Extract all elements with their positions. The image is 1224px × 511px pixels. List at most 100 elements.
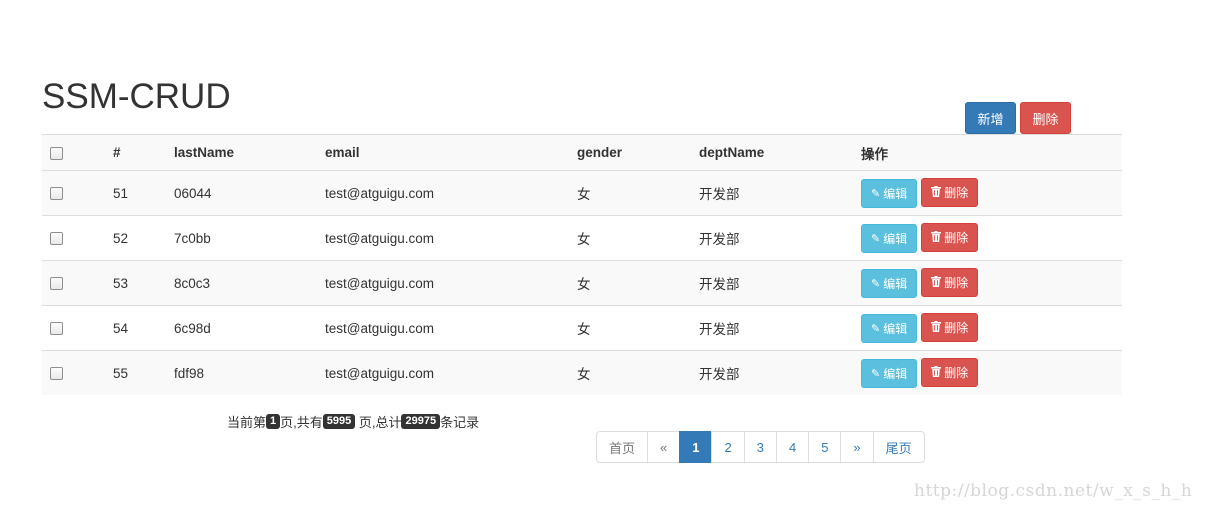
cell-id: 55 xyxy=(105,350,166,395)
edit-label: 编辑 xyxy=(883,366,908,381)
pencil-icon: ✎ xyxy=(871,367,881,380)
edit-button[interactable]: ✎ 编辑 xyxy=(861,313,918,343)
next-page-link[interactable]: » xyxy=(840,431,874,463)
cell-email: test@atguigu.com xyxy=(317,260,569,306)
table-row: 51 06044 test@atguigu.com 女开发部 ✎ 编辑 删除 xyxy=(42,170,1122,216)
page-link-2[interactable]: 2 xyxy=(711,431,745,463)
trash-icon xyxy=(931,320,942,335)
page-info-prefix: 当前第 xyxy=(227,415,267,430)
trash-icon xyxy=(931,230,942,245)
total-records-badge: 29975 xyxy=(401,414,441,429)
row-checkbox[interactable] xyxy=(50,232,63,246)
delete-button[interactable]: 删除 xyxy=(921,358,979,388)
header-actions: 操作 xyxy=(853,134,1122,171)
batch-delete-button[interactable]: 删除 xyxy=(1020,102,1071,134)
delete-label: 删除 xyxy=(944,186,969,201)
page-link-1[interactable]: 1 xyxy=(679,431,713,463)
edit-label: 编辑 xyxy=(883,231,908,246)
pencil-icon: ✎ xyxy=(871,187,881,200)
header-lastname: lastName xyxy=(166,134,317,171)
first-page-link[interactable]: 首页 xyxy=(596,431,649,463)
cell-deptname: 开发部 xyxy=(691,305,853,351)
cell-deptname: 开发部 xyxy=(691,215,853,261)
row-actions: ✎ 编辑 删除 xyxy=(853,215,1122,261)
page-info-mid2: 页,总计 xyxy=(355,415,402,430)
edit-button[interactable]: ✎ 编辑 xyxy=(861,358,918,388)
trash-icon xyxy=(931,275,942,290)
page-info-mid1: 页,共有 xyxy=(280,415,323,430)
row-actions: ✎ 编辑 删除 xyxy=(853,260,1122,306)
cell-id: 54 xyxy=(105,305,166,351)
header-gender: gender xyxy=(569,134,691,171)
delete-button[interactable]: 删除 xyxy=(921,223,979,253)
cell-email: test@atguigu.com xyxy=(317,170,569,216)
row-checkbox[interactable] xyxy=(50,277,63,291)
trash-icon xyxy=(931,185,942,200)
page-link-3[interactable]: 3 xyxy=(743,431,777,463)
pencil-icon: ✎ xyxy=(871,232,881,245)
row-select-cell xyxy=(42,170,105,216)
row-select-cell xyxy=(42,305,105,351)
cell-id: 52 xyxy=(105,215,166,261)
delete-button[interactable]: 删除 xyxy=(921,178,979,208)
header-deptname: deptName xyxy=(691,134,853,171)
pagination: 首页 « 12345 » 尾页 xyxy=(596,431,925,463)
delete-button[interactable]: 删除 xyxy=(921,268,979,298)
edit-button[interactable]: ✎ 编辑 xyxy=(861,223,918,253)
page-number-group: 12345 xyxy=(679,431,842,463)
edit-button[interactable]: ✎ 编辑 xyxy=(861,268,918,298)
page-title: SSM-CRUD xyxy=(42,77,231,117)
delete-button[interactable]: 删除 xyxy=(921,313,979,343)
delete-label: 删除 xyxy=(944,231,969,246)
pencil-icon: ✎ xyxy=(871,322,881,335)
table-row: 55 fdf98 test@atguigu.com 女开发部 ✎ 编辑 删除 xyxy=(42,350,1122,395)
delete-label: 删除 xyxy=(944,276,969,291)
cell-lastname: 06044 xyxy=(166,170,317,216)
watermark: http://blog.csdn.net/w_x_s_h_h xyxy=(914,481,1193,501)
row-checkbox[interactable] xyxy=(50,187,63,201)
delete-label: 删除 xyxy=(944,321,969,336)
add-button[interactable]: 新增 xyxy=(965,102,1016,134)
select-all-checkbox[interactable] xyxy=(50,146,63,160)
employee-table: # lastName email gender deptName 操作 51 06… xyxy=(42,134,1122,395)
page-link-5[interactable]: 5 xyxy=(808,431,842,463)
current-page-badge: 1 xyxy=(266,414,281,429)
cell-id: 53 xyxy=(105,260,166,306)
page-info: 当前第 1 页,共有 5995 页,总计 29975 条记录 xyxy=(227,412,479,431)
cell-gender: 女 xyxy=(569,305,691,351)
table-header-row: # lastName email gender deptName 操作 xyxy=(42,134,1122,171)
table-row: 52 7c0bb test@atguigu.com 女开发部 ✎ 编辑 删除 xyxy=(42,215,1122,261)
last-page-link[interactable]: 尾页 xyxy=(872,431,925,463)
row-actions: ✎ 编辑 删除 xyxy=(853,350,1122,395)
header-email: email xyxy=(317,134,569,171)
row-actions: ✎ 编辑 删除 xyxy=(853,305,1122,351)
cell-lastname: 8c0c3 xyxy=(166,260,317,306)
edit-label: 编辑 xyxy=(883,186,908,201)
trash-icon xyxy=(931,365,942,380)
cell-gender: 女 xyxy=(569,260,691,306)
edit-button[interactable]: ✎ 编辑 xyxy=(861,178,918,208)
row-checkbox[interactable] xyxy=(50,322,63,336)
cell-deptname: 开发部 xyxy=(691,260,853,306)
cell-deptname: 开发部 xyxy=(691,170,853,216)
row-select-cell xyxy=(42,215,105,261)
row-checkbox[interactable] xyxy=(50,367,63,381)
cell-deptname: 开发部 xyxy=(691,350,853,395)
header-id: # xyxy=(105,134,166,171)
page-link-4[interactable]: 4 xyxy=(775,431,810,463)
table-body: 51 06044 test@atguigu.com 女开发部 ✎ 编辑 删除 52 7c0bb t… xyxy=(42,170,1122,395)
total-pages-badge: 5995 xyxy=(322,414,356,429)
edit-label: 编辑 xyxy=(883,276,908,291)
table-row: 53 8c0c3 test@atguigu.com 女开发部 ✎ 编辑 删除 xyxy=(42,260,1122,306)
row-select-cell xyxy=(42,350,105,395)
pencil-icon: ✎ xyxy=(871,277,881,290)
prev-page-link[interactable]: « xyxy=(647,431,681,463)
cell-gender: 女 xyxy=(569,350,691,395)
cell-lastname: 7c0bb xyxy=(166,215,317,261)
cell-id: 51 xyxy=(105,170,166,216)
cell-email: test@atguigu.com xyxy=(317,305,569,351)
select-all-cell xyxy=(42,134,105,171)
table-row: 54 6c98d test@atguigu.com 女开发部 ✎ 编辑 删除 xyxy=(42,305,1122,351)
row-select-cell xyxy=(42,260,105,306)
delete-label: 删除 xyxy=(944,366,969,381)
